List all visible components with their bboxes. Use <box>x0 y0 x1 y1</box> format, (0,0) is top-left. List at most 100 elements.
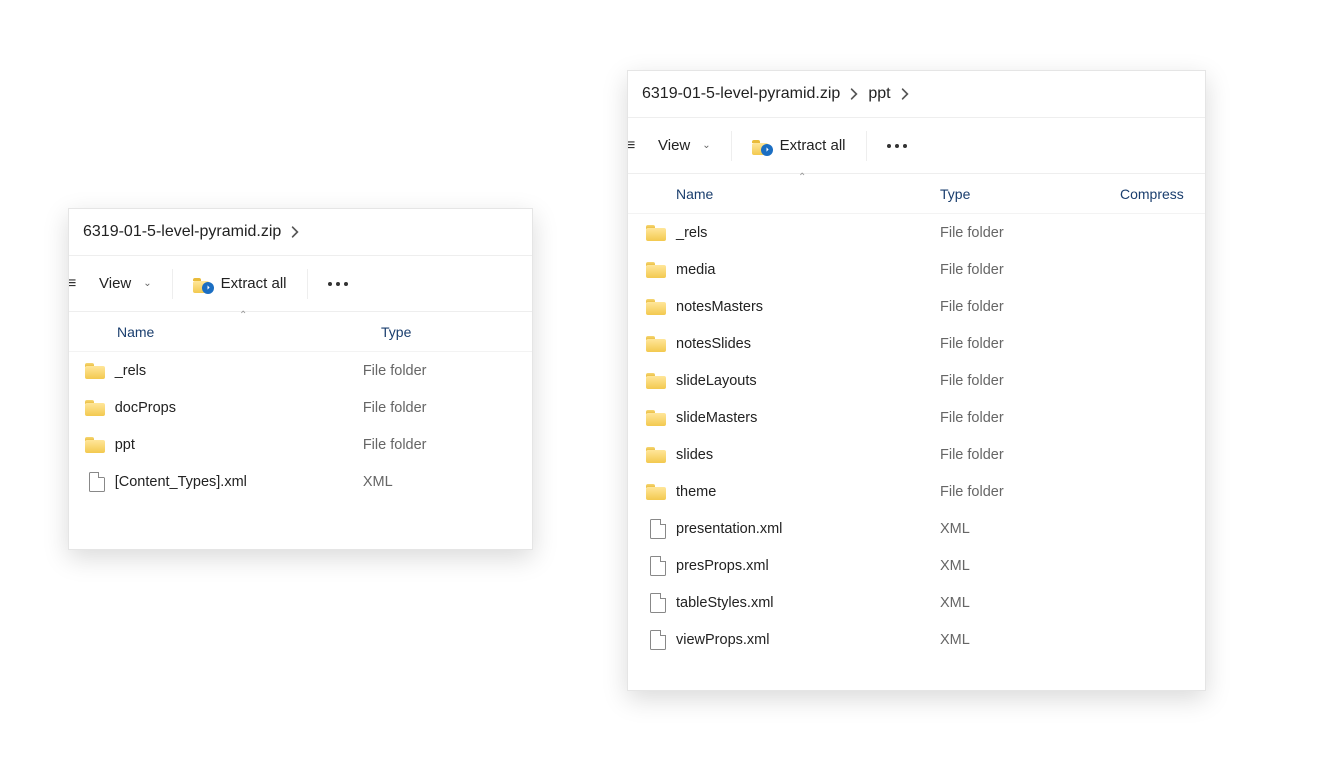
list-item[interactable]: slideMastersFile folder <box>628 399 1205 436</box>
list-item[interactable]: presentation.xmlXML <box>628 510 1205 547</box>
extract-label: Extract all <box>221 275 287 292</box>
column-headers: ⌃ Name Type Compress <box>628 174 1205 214</box>
folder-icon <box>646 373 666 389</box>
item-name: _rels <box>676 225 940 241</box>
file-icon <box>650 630 666 650</box>
breadcrumb-item[interactable]: ppt <box>868 83 890 105</box>
item-name: media <box>676 262 940 278</box>
item-type: XML <box>363 474 532 490</box>
list-item[interactable]: slideLayoutsFile folder <box>628 362 1205 399</box>
folder-icon <box>646 447 666 463</box>
file-icon <box>650 556 666 576</box>
view-label: View <box>658 137 690 154</box>
item-name: ppt <box>115 437 363 453</box>
list-item[interactable]: notesMastersFile folder <box>628 288 1205 325</box>
item-icon-cell <box>69 437 115 453</box>
item-icon-cell <box>628 262 676 278</box>
toolbar-separator <box>307 269 308 299</box>
item-name: tableStyles.xml <box>676 595 940 611</box>
list-item[interactable]: tableStyles.xmlXML <box>628 584 1205 621</box>
more-button[interactable] <box>873 144 921 148</box>
list-item[interactable]: [Content_Types].xmlXML <box>69 463 532 500</box>
item-type: File folder <box>363 437 532 453</box>
column-header-type[interactable]: Type <box>940 186 1120 202</box>
breadcrumb[interactable]: 6319-01-5-level-pyramid.zip <box>69 209 532 256</box>
extract-label: Extract all <box>780 137 846 154</box>
folder-icon <box>646 262 666 278</box>
list-item[interactable]: slidesFile folder <box>628 436 1205 473</box>
file-list: _relsFile folderdocPropsFile folderpptFi… <box>69 352 532 500</box>
item-icon-cell <box>628 484 676 500</box>
folder-icon <box>85 400 105 416</box>
view-button[interactable]: View ⌄ <box>85 269 166 298</box>
item-type: File folder <box>363 400 532 416</box>
sort-indicator-icon: ⌃ <box>798 172 806 183</box>
breadcrumb-item[interactable]: 6319-01-5-level-pyramid.zip <box>642 83 840 105</box>
item-icon-cell <box>69 363 115 379</box>
breadcrumb[interactable]: 6319-01-5-level-pyramid.zip ppt <box>628 71 1205 118</box>
item-icon-cell <box>628 299 676 315</box>
item-name: notesMasters <box>676 299 940 315</box>
item-name: slides <box>676 447 940 463</box>
extract-all-button[interactable]: Extract all <box>179 269 301 299</box>
folder-icon <box>646 336 666 352</box>
list-item[interactable]: _relsFile folder <box>69 352 532 389</box>
folder-icon <box>646 225 666 241</box>
item-icon-cell <box>628 336 676 352</box>
list-options-icon[interactable]: ≡ <box>71 275 85 293</box>
chevron-right-icon[interactable] <box>846 86 862 102</box>
list-item[interactable]: viewProps.xmlXML <box>628 621 1205 658</box>
list-options-icon[interactable]: ≡ <box>630 137 644 155</box>
item-icon-cell <box>628 410 676 426</box>
toolbar-separator <box>172 269 173 299</box>
item-type: XML <box>940 521 1120 537</box>
view-label: View <box>99 275 131 292</box>
chevron-right-icon[interactable] <box>897 86 913 102</box>
column-headers: ⌃ Name Type <box>69 312 532 352</box>
more-button[interactable] <box>314 282 362 286</box>
sort-indicator-icon: ⌃ <box>239 310 247 321</box>
folder-icon <box>646 299 666 315</box>
file-list: _relsFile foldermediaFile foldernotesMas… <box>628 214 1205 658</box>
toolbar: ≡ View ⌄ Extract all <box>69 256 532 312</box>
column-header-name[interactable]: Name <box>628 186 940 202</box>
item-icon-cell <box>69 472 115 492</box>
item-type: File folder <box>940 410 1120 426</box>
extract-icon <box>193 275 213 293</box>
list-item[interactable]: pptFile folder <box>69 426 532 463</box>
column-header-name[interactable]: Name <box>69 324 381 340</box>
item-name: slideMasters <box>676 410 940 426</box>
item-type: File folder <box>940 262 1120 278</box>
folder-icon <box>85 363 105 379</box>
toolbar-separator <box>731 131 732 161</box>
item-type: XML <box>940 632 1120 648</box>
column-header-compressed[interactable]: Compress <box>1120 186 1184 202</box>
list-item[interactable]: notesSlidesFile folder <box>628 325 1205 362</box>
list-item[interactable]: docPropsFile folder <box>69 389 532 426</box>
extract-all-button[interactable]: Extract all <box>738 131 860 161</box>
item-type: XML <box>940 558 1120 574</box>
item-icon-cell <box>69 400 115 416</box>
item-type: File folder <box>940 373 1120 389</box>
breadcrumb-item[interactable]: 6319-01-5-level-pyramid.zip <box>83 221 281 243</box>
item-icon-cell <box>628 373 676 389</box>
column-header-type[interactable]: Type <box>381 324 533 340</box>
list-item[interactable]: presProps.xmlXML <box>628 547 1205 584</box>
chevron-down-icon: ⌄ <box>143 278 151 289</box>
chevron-right-icon[interactable] <box>287 224 303 240</box>
file-icon <box>650 519 666 539</box>
view-button[interactable]: View ⌄ <box>644 131 725 160</box>
item-name: viewProps.xml <box>676 632 940 648</box>
list-item[interactable]: themeFile folder <box>628 473 1205 510</box>
folder-icon <box>85 437 105 453</box>
item-icon-cell <box>628 225 676 241</box>
item-name: presProps.xml <box>676 558 940 574</box>
item-type: File folder <box>940 447 1120 463</box>
list-item[interactable]: _relsFile folder <box>628 214 1205 251</box>
chevron-down-icon: ⌄ <box>702 140 710 151</box>
toolbar-separator <box>866 131 867 161</box>
explorer-window-ppt: 6319-01-5-level-pyramid.zip ppt ≡ View ⌄… <box>627 70 1206 691</box>
item-name: theme <box>676 484 940 500</box>
item-icon-cell <box>628 447 676 463</box>
list-item[interactable]: mediaFile folder <box>628 251 1205 288</box>
